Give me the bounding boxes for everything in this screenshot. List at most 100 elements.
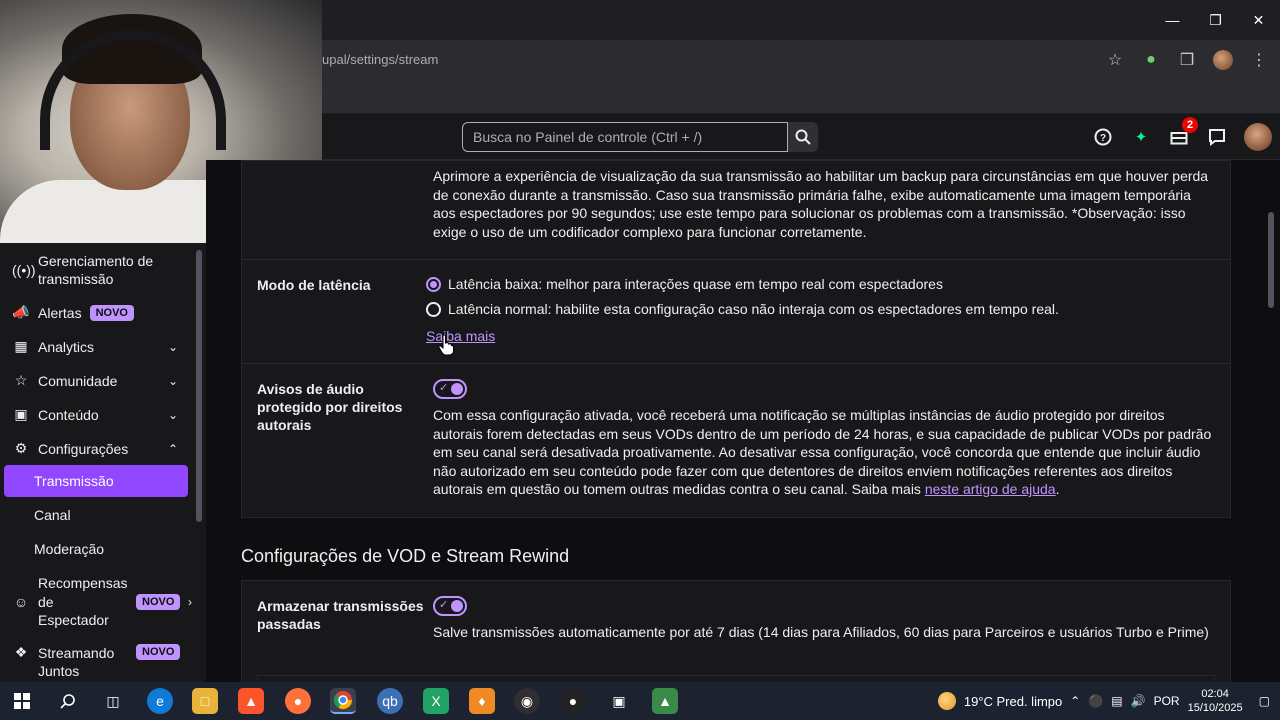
weather-icon bbox=[937, 692, 956, 710]
audio-warnings-toggle[interactable]: ✓ bbox=[433, 379, 467, 399]
help-article-link[interactable]: neste artigo de ajuda bbox=[925, 481, 1056, 497]
system-tray: 19°C Pred. limpo ⌃ ⚫ ▤ 🔊 POR 02:04 15/10… bbox=[937, 682, 1280, 720]
app-green-icon[interactable]: ▲ bbox=[652, 688, 678, 714]
task-view-icon[interactable]: ◫ bbox=[100, 688, 126, 714]
close-icon[interactable]: ✕ bbox=[1237, 0, 1280, 40]
window-controls: — ❐ ✕ bbox=[1151, 0, 1280, 40]
microphone-icon[interactable]: ⚫ bbox=[1088, 694, 1103, 708]
clock-date: 15/10/2025 bbox=[1187, 702, 1243, 714]
chevron-right-icon: › bbox=[188, 594, 192, 609]
sidebar-item-label: Comunidade bbox=[38, 372, 118, 389]
gamepad-icon[interactable]: ▣ bbox=[606, 688, 632, 714]
chrome-icon[interactable] bbox=[330, 688, 356, 714]
sidebar-item-together[interactable]: ❖ Streamando Juntos NOVO bbox=[12, 644, 192, 682]
sidebar-item-analytics[interactable]: ▦ Analytics ⌄ bbox=[12, 338, 192, 355]
sidebar-item-broadcast[interactable]: ((•)) Gerenciamento de transmissão bbox=[12, 252, 192, 288]
extension-toggle-icon[interactable]: ● bbox=[1140, 49, 1162, 71]
notifications-icon[interactable]: ▢ bbox=[1259, 694, 1270, 708]
latency-normal-radio[interactable] bbox=[426, 302, 441, 317]
inbox-icon[interactable]: 2 bbox=[1168, 117, 1198, 148]
windows-start-icon[interactable] bbox=[9, 688, 35, 714]
network-icon[interactable]: ▤ bbox=[1111, 694, 1122, 708]
edge-icon[interactable]: e bbox=[147, 688, 173, 714]
sidebar-item-label: Gerenciamento de transmissão bbox=[38, 253, 154, 287]
store-past-description: Salve transmissões automaticamente por a… bbox=[433, 624, 1209, 640]
chevron-down-icon: ⌄ bbox=[167, 373, 178, 388]
sidebar-item-label: Streamando Juntos bbox=[38, 645, 115, 679]
new-badge: NOVO bbox=[89, 304, 134, 321]
brave-icon[interactable]: ▲ bbox=[238, 688, 264, 714]
latency-normal-label[interactable]: Latência normal: habilite esta configura… bbox=[448, 300, 1059, 319]
new-badge: NOVO bbox=[136, 644, 181, 660]
store-past-label: Armazenar transmissões passadas bbox=[257, 598, 424, 632]
minimize-icon[interactable]: — bbox=[1151, 0, 1194, 40]
url-field[interactable]: upal/settings/stream bbox=[322, 52, 438, 67]
content-icon: ▣ bbox=[14, 406, 28, 422]
chevron-down-icon: ⌄ bbox=[167, 339, 178, 354]
help-icon[interactable]: ? bbox=[1092, 126, 1114, 148]
whispers-icon[interactable] bbox=[1206, 126, 1228, 148]
sidebar-item-settings[interactable]: ⚙ Configurações ⌃ bbox=[12, 440, 192, 457]
megaphone-icon: 📣 bbox=[12, 304, 30, 320]
latency-low-label[interactable]: Latência baixa: melhor para interações q… bbox=[448, 275, 943, 294]
restore-icon[interactable]: ❐ bbox=[1194, 0, 1237, 40]
fl-studio-icon[interactable]: ♦ bbox=[469, 688, 495, 714]
taskbar-search-icon[interactable] bbox=[55, 688, 81, 714]
language-indicator[interactable]: POR bbox=[1154, 694, 1180, 708]
firefox-icon[interactable]: ● bbox=[285, 688, 311, 714]
chevron-down-icon: ⌄ bbox=[167, 407, 178, 422]
chevron-up-icon[interactable]: ⌃ bbox=[1070, 694, 1080, 708]
sidebar-item-content[interactable]: ▣ Conteúdo ⌄ bbox=[12, 406, 192, 423]
main-scrollbar[interactable] bbox=[1268, 212, 1274, 308]
backup-description: Aprimore a experiência de visualização d… bbox=[433, 168, 1209, 240]
sidebar-item-label: Conteúdo bbox=[38, 406, 99, 423]
check-icon: ✓ bbox=[439, 599, 449, 611]
notification-badge: 2 bbox=[1182, 117, 1198, 133]
search-button[interactable] bbox=[788, 122, 818, 152]
vod-section-title: Configurações de VOD e Stream Rewind bbox=[241, 546, 570, 566]
sidebar-item-label: Configurações bbox=[38, 440, 129, 457]
learn-more-link[interactable]: Saiba mais bbox=[426, 327, 495, 346]
app-icon[interactable]: ● bbox=[560, 688, 586, 714]
latency-low-radio[interactable] bbox=[426, 277, 441, 292]
analytics-icon: ▦ bbox=[14, 338, 28, 354]
profile-avatar[interactable] bbox=[1212, 49, 1234, 71]
weather-text[interactable]: 19°C Pred. limpo bbox=[964, 694, 1062, 709]
extensions-puzzle-icon[interactable]: ❒ bbox=[1176, 49, 1198, 71]
divider bbox=[242, 259, 1230, 260]
svg-text:?: ? bbox=[1100, 133, 1106, 144]
broadcast-icon: ((•)) bbox=[12, 262, 36, 278]
qbittorrent-icon[interactable]: qb bbox=[377, 688, 403, 714]
community-icon: ☆ bbox=[14, 372, 28, 388]
sidebar-item-community[interactable]: ☆ Comunidade ⌄ bbox=[12, 372, 192, 389]
sidebar-item-label: Analytics bbox=[38, 338, 95, 355]
next-setting-box bbox=[257, 675, 1215, 682]
audio-warnings-text: Com essa configuração ativada, você rece… bbox=[433, 407, 1212, 497]
dashboard-search-input[interactable]: Busca no Painel de controle (Ctrl + /) bbox=[462, 122, 788, 152]
sidebar-subitem-transmissao[interactable]: Transmissão bbox=[4, 465, 188, 497]
gear-icon: ⚙ bbox=[14, 440, 28, 456]
trailing-period: . bbox=[1055, 481, 1060, 497]
sidebar-subitem-moderacao[interactable]: Moderação bbox=[34, 541, 104, 557]
bookmark-star-icon[interactable]: ☆ bbox=[1104, 49, 1126, 71]
user-avatar[interactable] bbox=[1244, 123, 1272, 151]
sidebar-item-alerts[interactable]: 📣 Alertas NOVO bbox=[12, 304, 192, 321]
sidebar-scrollbar[interactable] bbox=[196, 250, 202, 522]
sparkle-icon[interactable]: ✦ bbox=[1130, 126, 1152, 148]
volume-icon[interactable]: 🔊 bbox=[1131, 694, 1146, 708]
file-explorer-icon[interactable]: □ bbox=[192, 688, 218, 714]
audio-warnings-label: Avisos de áudio protegido por direitos a… bbox=[257, 381, 403, 433]
rewards-icon: ☺ bbox=[13, 593, 29, 610]
clock[interactable]: 02:04 15/10/2025 bbox=[1188, 687, 1243, 715]
sidebar-item-label: Recompensas de Espectador bbox=[38, 575, 128, 628]
audio-warnings-description: Com essa configuração ativada, você rece… bbox=[433, 406, 1217, 499]
search-icon bbox=[795, 129, 811, 145]
excel-icon[interactable]: X bbox=[423, 688, 449, 714]
latency-label: Modo de latência bbox=[257, 277, 371, 293]
browser-menu-icon[interactable]: ⋮ bbox=[1248, 49, 1270, 71]
sidebar-item-rewards[interactable]: ☺ Recompensas de Espectador NOVO › bbox=[12, 574, 192, 630]
obs-icon[interactable]: ◉ bbox=[514, 688, 540, 714]
sidebar-subitem-canal[interactable]: Canal bbox=[34, 507, 71, 523]
topnav-icons: ? ✦ 2 bbox=[1092, 117, 1272, 154]
store-past-toggle[interactable]: ✓ bbox=[433, 596, 467, 616]
